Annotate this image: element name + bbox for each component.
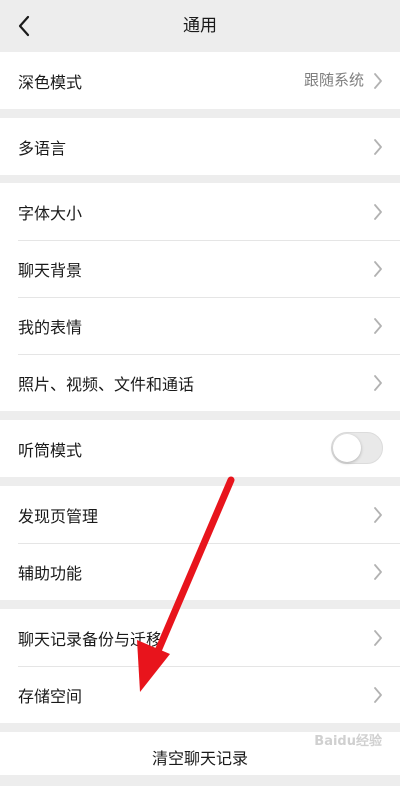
chevron-right-icon	[374, 261, 382, 277]
toggle-knob	[333, 434, 361, 462]
settings-item-my-stickers[interactable]: 我的表情	[0, 297, 400, 354]
chevron-right-icon	[374, 139, 382, 155]
chevron-right-icon	[374, 564, 382, 580]
settings-item-label: 存储空间	[18, 686, 83, 706]
chevron-right-icon	[374, 687, 382, 703]
settings-item-label: 聊天记录备份与迁移	[18, 629, 163, 649]
settings-item-label: 字体大小	[18, 203, 83, 223]
settings-item-label: 聊天背景	[18, 260, 83, 280]
settings-item-label: 照片、视频、文件和通话	[18, 374, 195, 394]
settings-item-value: 跟随系统	[303, 71, 364, 89]
chevron-right-icon	[374, 375, 382, 391]
settings-item-label: 多语言	[18, 138, 67, 158]
chevron-right-icon	[374, 630, 382, 646]
settings-item-earpiece-mode: 听筒模式	[0, 420, 400, 477]
settings-item-media-files-calls[interactable]: 照片、视频、文件和通话	[0, 354, 400, 411]
settings-item-discover-management[interactable]: 发现页管理	[0, 486, 400, 543]
settings-group-discover: 发现页管理 辅助功能	[0, 486, 400, 600]
settings-group-language: 多语言	[0, 118, 400, 175]
chevron-right-icon	[374, 204, 382, 220]
settings-group-storage: 聊天记录备份与迁移 存储空间	[0, 609, 400, 723]
settings-item-font-size[interactable]: 字体大小	[0, 183, 400, 240]
nav-bar: 通用	[0, 0, 400, 52]
settings-item-label: 听筒模式	[18, 440, 83, 460]
settings-item-storage[interactable]: 存储空间	[0, 666, 400, 723]
settings-group-earpiece: 听筒模式	[0, 420, 400, 477]
settings-item-chat-background[interactable]: 聊天背景	[0, 240, 400, 297]
watermark: Baidu经验	[314, 734, 382, 749]
settings-item-language[interactable]: 多语言	[0, 118, 400, 175]
settings-item-accessibility[interactable]: 辅助功能	[0, 543, 400, 600]
chevron-right-icon	[374, 507, 382, 523]
settings-item-chat-backup[interactable]: 聊天记录备份与迁移	[0, 609, 400, 666]
chevron-right-icon	[374, 73, 382, 89]
settings-group-appearance: 字体大小 聊天背景 我的表情 照片、视频、文件和通话	[0, 183, 400, 411]
settings-item-label: 辅助功能	[18, 563, 83, 583]
settings-item-label: 我的表情	[18, 317, 83, 337]
earpiece-mode-toggle[interactable]	[331, 432, 383, 464]
settings-item-label: 深色模式	[18, 72, 83, 92]
settings-item-dark-mode[interactable]: 深色模式 跟随系统	[0, 52, 400, 109]
chevron-right-icon	[374, 318, 382, 334]
settings-group-display: 深色模式 跟随系统	[0, 52, 400, 109]
page-title: 通用	[183, 16, 217, 36]
settings-item-label: 发现页管理	[18, 506, 99, 526]
